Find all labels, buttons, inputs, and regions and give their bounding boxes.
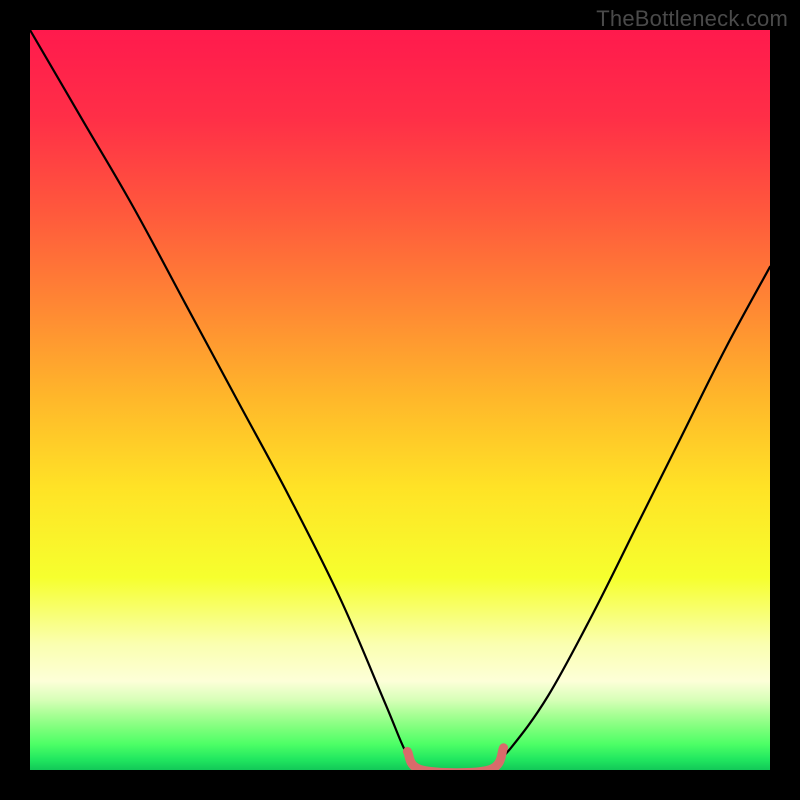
bottom-highlight: [407, 748, 503, 770]
watermark-text: TheBottleneck.com: [596, 6, 788, 32]
curve-layer: [30, 30, 770, 770]
bottleneck-curve: [30, 30, 770, 770]
chart-frame: TheBottleneck.com: [0, 0, 800, 800]
plot-area: [30, 30, 770, 770]
